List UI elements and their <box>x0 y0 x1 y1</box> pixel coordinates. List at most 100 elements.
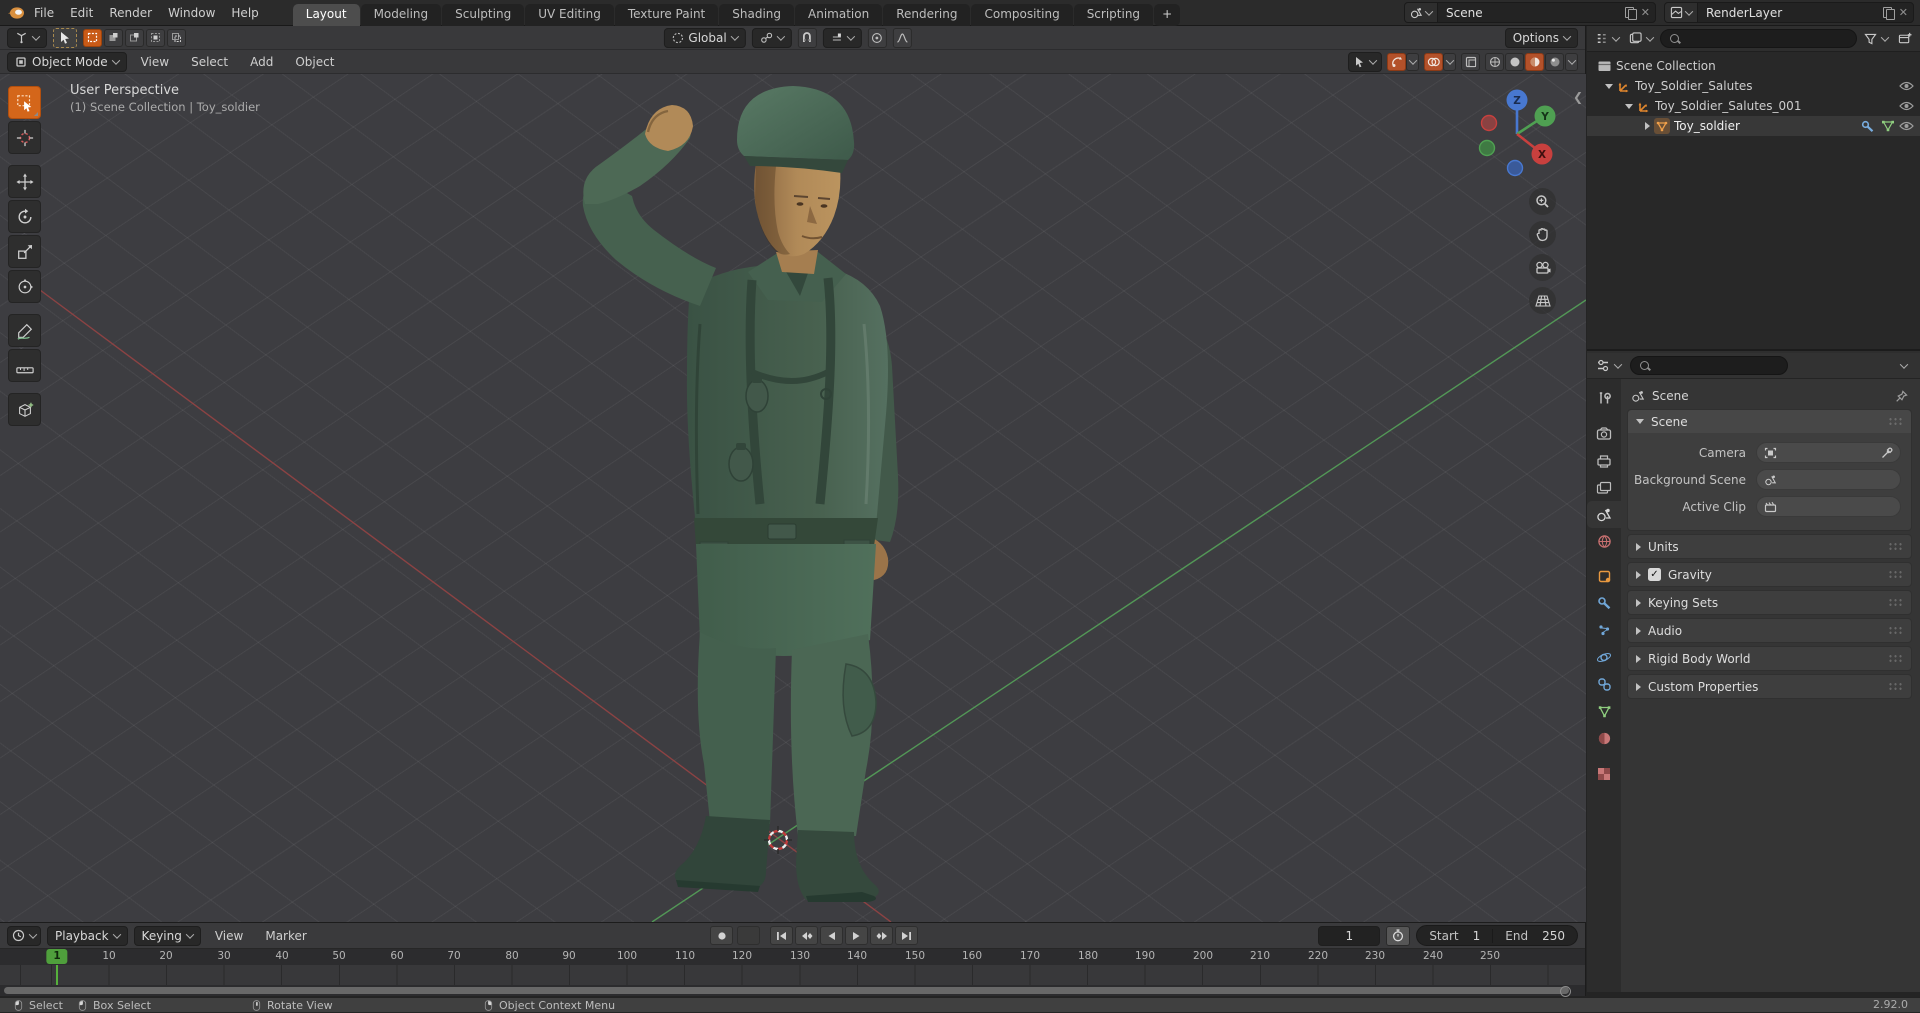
outliner-row-toy-soldier[interactable]: Toy_soldier <box>1587 116 1920 136</box>
new-view-layer-button[interactable] <box>1882 6 1895 20</box>
drag-handle-icon[interactable] <box>1888 598 1903 607</box>
outliner-row-toy-soldier-salutes[interactable]: Toy_Soldier_Salutes <box>1587 76 1920 96</box>
tool-rotate[interactable] <box>8 200 41 233</box>
viewport-menu-select[interactable]: Select <box>183 55 236 69</box>
scene-panel-header[interactable]: Scene <box>1628 410 1911 433</box>
outliner-filter-funnel-dropdown[interactable] <box>1861 29 1891 49</box>
active-tool-button[interactable] <box>53 27 77 48</box>
timeline-tracks[interactable] <box>0 965 1585 985</box>
outliner-row-scene-collection[interactable]: Scene Collection <box>1587 56 1920 76</box>
shading-rendered-button[interactable] <box>1545 52 1564 71</box>
modifier-wrench-icon[interactable] <box>1861 120 1875 133</box>
active-clip-field[interactable] <box>1756 496 1901 517</box>
tab-shading[interactable]: Shading <box>719 3 794 26</box>
audio-panel-header[interactable]: Audio <box>1628 619 1911 642</box>
viewport-menu-view[interactable]: View <box>133 55 177 69</box>
timeline-menu-view[interactable]: View <box>207 929 251 943</box>
zoom-button[interactable] <box>1529 188 1556 215</box>
viewport-menu-add[interactable]: Add <box>242 55 281 69</box>
mode-dropdown[interactable]: Object Mode <box>7 51 127 72</box>
ortho-grid-button[interactable] <box>1529 287 1556 314</box>
menu-file[interactable]: File <box>26 6 62 20</box>
mesh-data-icon[interactable] <box>1881 120 1895 132</box>
drag-handle-icon[interactable] <box>1888 626 1903 635</box>
tab-physics[interactable] <box>1587 644 1621 671</box>
jump-to-end-button[interactable] <box>895 926 918 945</box>
playhead-line[interactable] <box>56 965 58 985</box>
expand-arrow[interactable] <box>1645 122 1650 130</box>
tool-add-cube[interactable] <box>8 393 41 426</box>
outliner-search-input[interactable] <box>1660 29 1857 48</box>
tab-material[interactable] <box>1587 725 1621 752</box>
keying-sets-panel-header[interactable]: Keying Sets <box>1628 591 1911 614</box>
tab-render[interactable] <box>1587 420 1621 447</box>
options-dropdown[interactable]: Options <box>1504 27 1578 48</box>
timeline-menu-marker[interactable]: Marker <box>257 929 314 943</box>
auto-keying-button[interactable] <box>710 926 733 945</box>
keying-blank-button[interactable] <box>737 926 760 945</box>
camera-field[interactable] <box>1756 442 1901 463</box>
viewport-menu-object[interactable]: Object <box>287 55 342 69</box>
xray-toggle-button[interactable] <box>1461 52 1480 71</box>
current-frame-field[interactable]: 1 <box>1318 925 1381 946</box>
viewport-canvas[interactable]: User Perspective (1) Scene Collection | … <box>0 74 1586 922</box>
tool-move[interactable] <box>8 165 41 198</box>
hide-eye-icon[interactable] <box>1899 81 1914 91</box>
viewport-3d[interactable]: Global Options Object Mode View Select A… <box>0 26 1586 922</box>
pivot-point-dropdown[interactable] <box>751 28 792 48</box>
select-mode-subtract-button[interactable] <box>125 28 144 47</box>
tool-annotate[interactable] <box>8 314 41 347</box>
gravity-checkbox[interactable] <box>1648 568 1661 581</box>
tool-scale[interactable] <box>8 235 41 268</box>
timeline-scrollbar[interactable] <box>4 986 1571 997</box>
use-preview-range-button[interactable] <box>1386 925 1411 946</box>
shading-wireframe-button[interactable] <box>1485 52 1504 71</box>
menu-help[interactable]: Help <box>223 6 266 20</box>
view-layer-name[interactable]: RenderLayer <box>1698 6 1883 20</box>
jump-next-keyframe-button[interactable] <box>870 926 893 945</box>
pin-icon[interactable] <box>1895 389 1908 403</box>
drag-handle-icon[interactable] <box>1888 570 1903 579</box>
toy-soldier-model[interactable] <box>582 86 899 902</box>
end-frame-field[interactable]: End 250 <box>1493 929 1577 943</box>
menu-window[interactable]: Window <box>160 6 223 20</box>
show-gizmo-button[interactable] <box>1387 52 1406 71</box>
playback-dropdown[interactable]: Playback <box>47 925 128 946</box>
select-mode-extend-button[interactable] <box>104 28 123 47</box>
play-button[interactable] <box>845 926 868 945</box>
start-frame-field[interactable]: Start 1 <box>1417 928 1494 943</box>
tab-view-layer[interactable] <box>1587 474 1621 501</box>
shading-solid-button[interactable] <box>1505 52 1524 71</box>
tab-tool[interactable] <box>1587 385 1621 412</box>
jump-prev-keyframe-button[interactable] <box>795 926 818 945</box>
timeline-editor-dropdown[interactable] <box>7 925 41 946</box>
timeline-ruler[interactable]: 1 10 20 30 40 50 60 70 80 90 100 110 120… <box>0 949 1585 965</box>
tab-object-data[interactable] <box>1587 698 1621 725</box>
properties-search-input[interactable] <box>1630 356 1788 375</box>
new-collection-button[interactable] <box>1895 29 1915 49</box>
drag-handle-icon[interactable] <box>1888 682 1903 691</box>
scene-browse-button[interactable] <box>1405 3 1438 22</box>
tab-rendering[interactable]: Rendering <box>883 3 971 26</box>
drag-handle-icon[interactable] <box>1888 654 1903 663</box>
outliner-row-toy-soldier-salutes-001[interactable]: Toy_Soldier_Salutes_001 <box>1587 96 1920 116</box>
gravity-panel-header[interactable]: Gravity <box>1628 563 1911 586</box>
keying-dropdown[interactable]: Keying <box>133 925 201 946</box>
gizmo-dropdown[interactable] <box>1406 52 1419 71</box>
tool-cursor[interactable] <box>8 121 41 154</box>
custom-properties-panel-header[interactable]: Custom Properties <box>1628 675 1911 698</box>
tab-sculpting[interactable]: Sculpting <box>442 3 525 26</box>
view-layer-browse-button[interactable] <box>1665 3 1698 22</box>
tab-modifiers[interactable] <box>1587 590 1621 617</box>
outliner-filter-dropdown[interactable] <box>1626 29 1656 49</box>
proportional-editing-button[interactable] <box>867 28 887 48</box>
show-overlays-button[interactable] <box>1424 52 1443 71</box>
new-scene-button[interactable] <box>1624 6 1637 20</box>
sidebar-collapse-arrow[interactable]: ❮ <box>1573 90 1583 104</box>
units-panel-header[interactable]: Units <box>1628 535 1911 558</box>
delete-scene-button[interactable]: ✕ <box>1636 6 1655 19</box>
shading-dropdown[interactable] <box>1565 52 1578 71</box>
tab-texture[interactable] <box>1587 760 1621 787</box>
shading-material-button[interactable] <box>1525 52 1544 71</box>
tab-texture-paint[interactable]: Texture Paint <box>614 3 719 26</box>
